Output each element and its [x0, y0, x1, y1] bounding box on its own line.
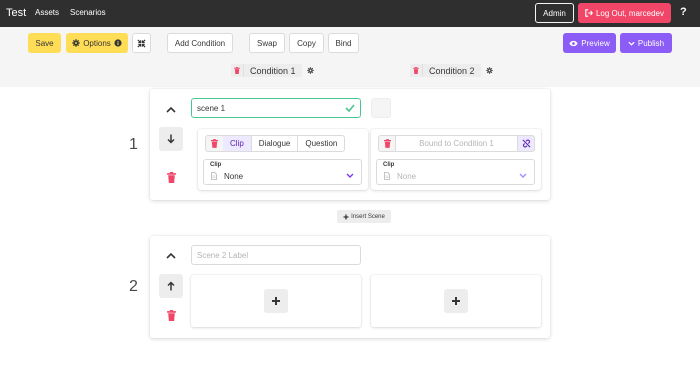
scene-1-condition-1-panel: Clip Dialogue Question Clip None: [198, 129, 368, 190]
unbind-button[interactable]: [517, 135, 535, 152]
save-button[interactable]: Save: [28, 33, 61, 53]
content-type-selector: Clip Dialogue Question: [205, 135, 346, 152]
plus-icon: [272, 297, 280, 305]
scene-2-label-input[interactable]: Scene 2 Label: [191, 245, 361, 265]
chevron-down-icon: [628, 41, 635, 46]
options-label: Options: [83, 38, 111, 48]
condition-header-2: Condition 2: [410, 63, 493, 78]
scene-1-condition-2-placeholder: [371, 98, 391, 118]
preview-label: Preview: [581, 38, 610, 48]
chevron-down-icon: [346, 173, 354, 178]
file-icon: [384, 172, 390, 180]
collapse-scene-2-button[interactable]: [164, 249, 178, 263]
condition-1-label[interactable]: Condition 1: [243, 64, 302, 77]
clear-bound-button[interactable]: [378, 135, 396, 152]
plus-icon: [452, 297, 460, 305]
trash-icon: [211, 139, 218, 148]
logout-button[interactable]: Log Out, marcedev: [578, 3, 671, 23]
unlink-icon: [522, 139, 530, 148]
clip-select-disabled: Clip None: [376, 159, 535, 185]
clip-select-label: Clip: [383, 162, 395, 168]
scene-1-label-input[interactable]: scene 1: [191, 98, 361, 118]
scene-1-condition-2-panel: Bound to Condition 1 Clip None: [371, 129, 541, 190]
chevron-up-icon: [166, 107, 176, 113]
publish-label: Publish: [637, 38, 665, 48]
clear-content-button[interactable]: [205, 135, 223, 152]
delete-scene-2-button[interactable]: [165, 309, 177, 321]
file-icon: [211, 172, 217, 180]
condition-header-1: Condition 1: [231, 63, 314, 78]
scene-1-card: scene 1 Clip Dialogue Question Clip None…: [150, 89, 550, 200]
delete-scene-1-button[interactable]: [165, 171, 177, 183]
arrow-down-icon: [167, 134, 175, 144]
scene-2-card: Scene 2 Label: [150, 236, 550, 338]
collapse-button[interactable]: [132, 33, 151, 53]
tab-question[interactable]: Question: [298, 135, 346, 152]
preview-button[interactable]: Preview: [563, 33, 616, 53]
nav-link-scenarios[interactable]: Scenarios: [70, 8, 106, 17]
plus-icon: [343, 214, 349, 219]
tab-dialogue[interactable]: Dialogue: [251, 135, 299, 152]
scene-2-number: 2: [129, 278, 138, 295]
brand-title[interactable]: Test: [6, 7, 26, 19]
trash-icon: [383, 139, 391, 148]
scene-2-condition-2-panel: [371, 275, 541, 327]
sign-out-icon: [585, 9, 593, 17]
move-scene-2-up-button[interactable]: [159, 274, 183, 298]
chevron-down-icon: [519, 173, 527, 178]
swap-button[interactable]: Swap: [249, 33, 285, 53]
add-content-condition-1-button[interactable]: [264, 289, 288, 313]
trash-icon: [234, 67, 240, 74]
condition-2-settings-button[interactable]: [485, 67, 493, 74]
delete-condition-2-button[interactable]: [410, 64, 422, 77]
scene-2-condition-1-panel: [191, 275, 361, 327]
condition-2-label[interactable]: Condition 2: [422, 64, 481, 77]
condition-1-settings-button[interactable]: [306, 67, 314, 74]
clip-select-label: Clip: [210, 162, 222, 168]
top-navbar: Test Assets Scenarios Admin Log Out, mar…: [0, 0, 700, 27]
copy-button[interactable]: Copy: [289, 33, 324, 53]
help-button[interactable]: ?: [680, 6, 687, 18]
clip-select-value: None: [224, 172, 244, 181]
gear-icon: [306, 67, 314, 74]
chevron-up-icon: [166, 253, 176, 259]
trash-icon: [413, 67, 419, 74]
trash-icon: [166, 309, 176, 321]
gear-icon: [72, 39, 80, 47]
logout-label: Log Out, marcedev: [595, 8, 665, 18]
collapse-scene-1-button[interactable]: [164, 103, 178, 117]
insert-scene-button[interactable]: Insert Scene: [337, 210, 391, 223]
arrow-up-icon: [167, 281, 175, 291]
add-content-condition-2-button[interactable]: [444, 289, 468, 313]
bound-status-text: Bound to Condition 1: [396, 135, 517, 152]
info-icon: [114, 39, 122, 47]
nav-link-assets[interactable]: Assets: [35, 8, 59, 17]
publish-button[interactable]: Publish: [620, 33, 672, 53]
tab-clip[interactable]: Clip: [223, 135, 252, 152]
delete-condition-1-button[interactable]: [231, 64, 243, 77]
scene-1-number: 1: [129, 136, 138, 153]
clip-select-value: None: [397, 172, 417, 181]
clip-select[interactable]: Clip None: [203, 159, 362, 185]
bind-button[interactable]: Bind: [328, 33, 359, 53]
admin-button[interactable]: Admin: [535, 3, 574, 23]
insert-scene-label: Insert Scene: [351, 213, 385, 220]
add-condition-button[interactable]: Add Condition: [167, 33, 233, 53]
trash-icon: [166, 171, 176, 183]
scene-2-label-placeholder: Scene 2 Label: [197, 250, 249, 260]
compress-arrows-icon: [137, 38, 146, 48]
gear-icon: [485, 67, 493, 74]
eye-icon: [569, 40, 578, 46]
scene-1-label-value: scene 1: [197, 103, 226, 113]
options-button[interactable]: Options: [66, 33, 128, 53]
move-scene-1-down-button[interactable]: [159, 127, 183, 151]
check-icon: [345, 104, 355, 112]
bound-row: Bound to Condition 1: [378, 135, 535, 152]
toolbar: Save Options Add Condition Swap Copy Bin…: [0, 27, 700, 87]
